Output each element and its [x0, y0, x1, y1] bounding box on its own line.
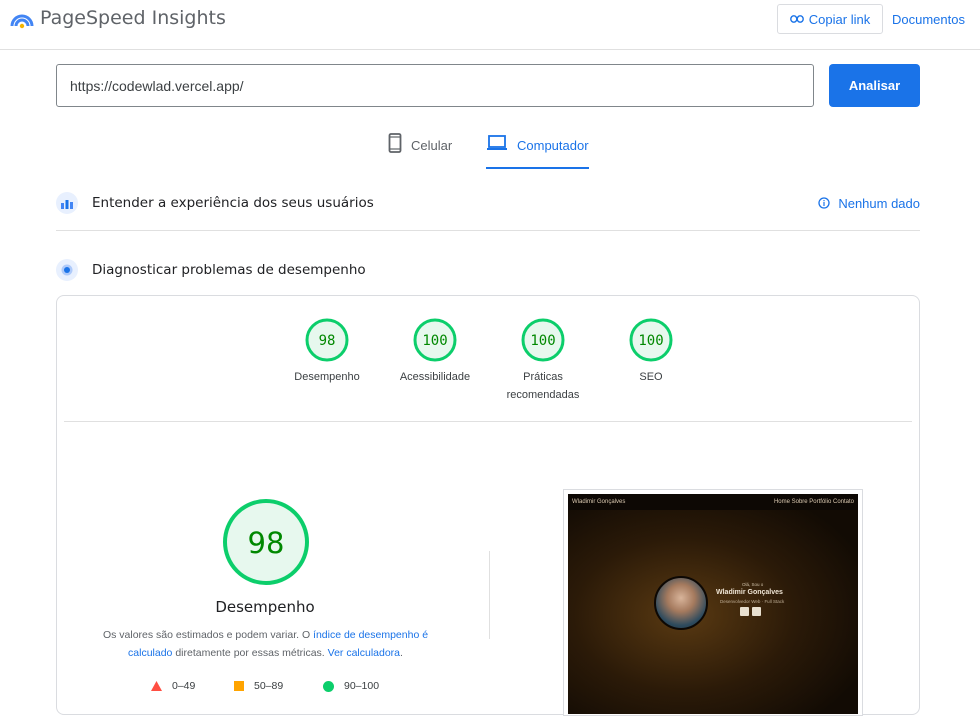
copy-link-label: Copiar link	[808, 11, 871, 27]
svg-text:100: 100	[638, 333, 663, 349]
tab-mobile[interactable]: Celular	[388, 133, 452, 169]
score-label: Práticas recomendadas	[506, 371, 580, 401]
screenshot-greeting: Olá, Sou o	[742, 582, 764, 587]
card-divider	[64, 421, 912, 422]
svg-text:100: 100	[530, 333, 555, 349]
copy-link-button[interactable]: Copiar link	[777, 4, 883, 34]
linkedin-icon	[740, 607, 749, 616]
screenshot-role: Desenvolvedor Web · Full Stack	[720, 599, 785, 604]
link-icon	[789, 15, 804, 23]
field-data-title: Entender a experiência dos seus usuários	[92, 195, 374, 211]
report-card: 98 Desempenho 100 Acessibilidade 100 Prá…	[56, 295, 920, 716]
legend-range: 0–49	[172, 680, 196, 692]
no-data-link[interactable]: Nenhum dado	[818, 196, 920, 211]
note-text: .	[400, 647, 403, 659]
performance-note: Os valores são estimados e podem variar.…	[93, 626, 438, 662]
screenshot-nav-links: Home Sobre Portfólio Contato	[773, 499, 854, 505]
view-calculator-link[interactable]: Ver calculadora	[328, 647, 400, 659]
gauge-ring: 100	[413, 318, 457, 362]
section-divider	[56, 230, 920, 231]
triangle-icon	[151, 681, 162, 691]
screenshot-site-name: Wladimir Gonçalves	[572, 499, 626, 505]
score-gauge-performance[interactable]: 98 Desempenho	[282, 318, 372, 386]
legend-range: 50–89	[254, 680, 284, 692]
score-gauge-accessibility[interactable]: 100 Acessibilidade	[390, 318, 480, 386]
score-label: Desempenho	[294, 371, 360, 383]
score-label: Acessibilidade	[399, 371, 471, 383]
app-header: PageSpeed Insights Copiar link Documento…	[0, 0, 980, 50]
square-icon	[234, 681, 244, 691]
docs-link[interactable]: Documentos	[892, 12, 965, 27]
performance-score: 98	[248, 526, 285, 560]
circle-icon	[323, 680, 334, 692]
vertical-divider	[489, 551, 490, 639]
score-gauge-best-practices[interactable]: 100 Práticas recomendadas	[498, 318, 588, 404]
page-screenshot: Wladimir Gonçalves Home Sobre Portfólio …	[563, 489, 863, 716]
laptop-icon	[487, 135, 507, 150]
app-title: PageSpeed Insights	[40, 7, 226, 29]
smartphone-icon	[388, 133, 402, 153]
screenshot-social-icons	[740, 607, 761, 616]
users-experience-icon	[56, 192, 78, 214]
screenshot-name: Wladimir Gonçalves	[716, 589, 783, 596]
github-icon	[752, 607, 761, 616]
legend-fail: 0–49	[151, 680, 195, 692]
gauge-ring: 98	[305, 318, 349, 362]
legend-pass: 90–100	[323, 680, 379, 692]
gauge-ring: 100	[521, 318, 565, 362]
diagnose-icon	[56, 259, 78, 281]
legend-range: 90–100	[344, 680, 380, 692]
lab-data-title: Diagnosticar problemas de desempenho	[92, 262, 366, 278]
note-text: diretamente por essas métricas.	[172, 647, 328, 659]
svg-text:100: 100	[422, 333, 447, 349]
no-data-label: Nenhum dado	[838, 195, 920, 211]
url-input[interactable]	[56, 64, 814, 107]
screenshot-content: Wladimir Gonçalves Home Sobre Portfólio …	[568, 494, 858, 714]
screenshot-avatar	[654, 576, 708, 630]
score-label: SEO	[639, 371, 663, 383]
pagespeed-logo-icon	[10, 14, 34, 29]
gauge-ring: 100	[629, 318, 673, 362]
info-icon	[818, 197, 830, 209]
legend-average: 50–89	[234, 680, 283, 692]
lab-data-section: Diagnosticar problemas de desempenho	[56, 258, 920, 282]
analyze-button[interactable]: Analisar	[829, 64, 920, 107]
performance-big-gauge: 98	[223, 499, 309, 585]
tab-desktop-label: Computador	[517, 138, 589, 153]
svg-text:98: 98	[319, 333, 336, 349]
note-text: Os valores são estimados e podem variar.…	[102, 629, 314, 641]
screenshot-navbar: Wladimir Gonçalves Home Sobre Portfólio …	[568, 494, 858, 510]
score-gauge-seo[interactable]: 100 SEO	[606, 318, 696, 386]
performance-label: Desempenho	[215, 598, 315, 616]
tab-mobile-label: Celular	[411, 138, 453, 153]
field-data-section: Entender a experiência dos seus usuários…	[56, 191, 920, 215]
tab-desktop[interactable]: Computador	[486, 133, 589, 169]
